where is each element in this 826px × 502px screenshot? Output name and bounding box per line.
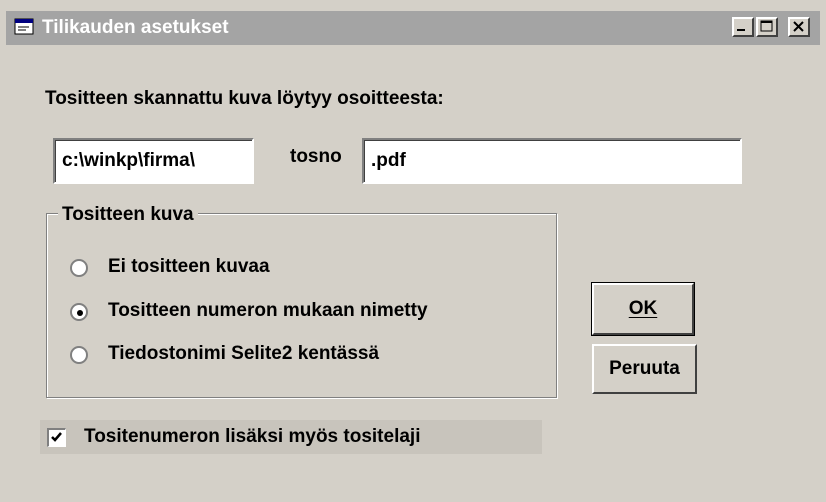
path-label: Tositteen skannattu kuva löytyy osoittee… [45, 88, 444, 109]
extension-input[interactable]: .pdf [362, 138, 742, 184]
settings-dialog: Tilikauden asetukset Tositteen skannattu… [0, 0, 826, 502]
cancel-button-label: Peruuta [609, 358, 680, 379]
ok-button[interactable]: OK [591, 282, 695, 336]
tosno-label: tosno [290, 146, 342, 167]
radio-no-image[interactable] [70, 259, 88, 277]
tositelaji-checkbox-label[interactable]: Tositenumeron lisäksi myös tositelaji [84, 426, 420, 448]
path-input-value: c:\winkp\firma\ [62, 150, 196, 171]
radio-no-image-label[interactable]: Ei tositteen kuvaa [108, 256, 270, 278]
close-button[interactable] [788, 17, 810, 37]
window-title: Tilikauden asetukset [42, 17, 229, 38]
maximize-button[interactable] [756, 17, 778, 37]
radio-selite2[interactable] [70, 346, 88, 364]
radio-selite2-label[interactable]: Tiedostonimi Selite2 kentässä [108, 343, 379, 365]
cancel-button[interactable]: Peruuta [592, 344, 697, 394]
app-icon [14, 18, 34, 36]
extension-input-value: .pdf [371, 150, 406, 171]
ok-button-label: OK [628, 298, 658, 319]
tositelaji-checkbox[interactable] [47, 428, 66, 447]
minimize-button[interactable] [732, 17, 754, 37]
title-bar[interactable]: Tilikauden asetukset [6, 11, 820, 45]
path-input[interactable]: c:\winkp\firma\ [53, 138, 254, 184]
radio-by-number-label[interactable]: Tositteen numeron mukaan nimetty [108, 300, 428, 322]
group-title: Tositteen kuva [58, 204, 198, 226]
radio-by-number[interactable] [70, 303, 88, 321]
